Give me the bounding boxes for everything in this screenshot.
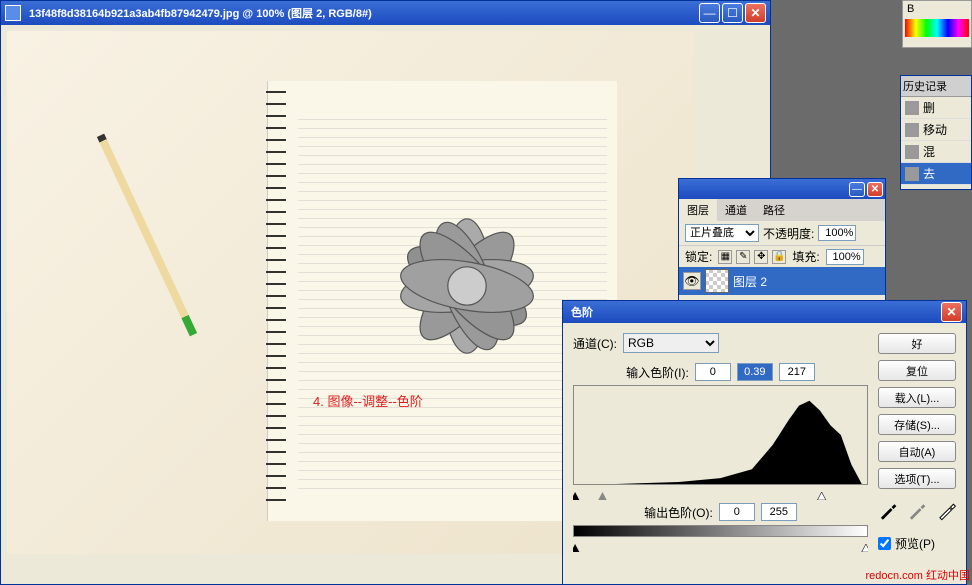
- minimize-button[interactable]: —: [699, 3, 720, 23]
- input-white-point[interactable]: [779, 363, 815, 381]
- levels-close-button[interactable]: ✕: [941, 302, 962, 322]
- history-item[interactable]: 删: [901, 97, 971, 119]
- fill-input[interactable]: [826, 249, 864, 265]
- doc-title: 13f48f8d38164b921a3ab4fb87942479.jpg @ 1…: [25, 5, 699, 21]
- auto-button[interactable]: 自动(A): [878, 441, 956, 462]
- lock-transparency-icon[interactable]: ▦: [718, 250, 732, 264]
- output-white-point[interactable]: [761, 503, 797, 521]
- layer-row[interactable]: 👁 图层 2: [679, 267, 885, 295]
- panel-minimize-button[interactable]: —: [849, 182, 865, 197]
- channel-row: 通道(C): RGB: [573, 333, 868, 353]
- output-gradient: [573, 525, 868, 537]
- layer-name: 图层 2: [733, 273, 767, 290]
- input-gamma[interactable]: [737, 363, 773, 381]
- lock-move-icon[interactable]: ✥: [754, 250, 768, 264]
- desat-icon: [905, 167, 919, 181]
- layers-panel-header[interactable]: — ✕: [679, 179, 885, 199]
- tab-layers[interactable]: 图层: [679, 199, 717, 221]
- levels-title: 色阶: [567, 304, 941, 320]
- doc-titlebar[interactable]: 13f48f8d38164b921a3ab4fb87942479.jpg @ 1…: [1, 1, 770, 25]
- ok-button[interactable]: 好: [878, 333, 956, 354]
- output-levels-label: 输出色阶(O):: [644, 504, 713, 521]
- lock-label: 锁定:: [685, 248, 712, 265]
- history-item[interactable]: 混: [901, 141, 971, 163]
- maximize-button[interactable]: ☐: [722, 3, 743, 23]
- preview-checkbox[interactable]: [878, 537, 891, 550]
- watermark: redocn.com 红动中国: [865, 567, 970, 583]
- lock-brush-icon[interactable]: ✎: [736, 250, 750, 264]
- channel-label: 通道(C):: [573, 335, 617, 352]
- histogram: [573, 385, 868, 485]
- panel-close-button[interactable]: ✕: [867, 182, 883, 197]
- history-panel: 历史记录 删 移动 混 去: [900, 75, 972, 190]
- reset-button[interactable]: 复位: [878, 360, 956, 381]
- input-black-point[interactable]: [695, 363, 731, 381]
- lock-row: 锁定: ▦ ✎ ✥ 🔒 填充:: [679, 245, 885, 267]
- input-levels-row: 输入色阶(I):: [573, 363, 868, 381]
- layers-panel: — ✕ 图层 通道 路径 正片叠底 不透明度: 锁定: ▦ ✎ ✥ 🔒 填充: …: [678, 178, 886, 308]
- spectrum-strip[interactable]: [905, 19, 969, 37]
- save-button[interactable]: 存储(S)...: [878, 414, 956, 435]
- layers-tabs: 图层 通道 路径: [679, 199, 885, 221]
- blue-label: B: [903, 1, 971, 17]
- preview-row: 预览(P): [878, 535, 956, 552]
- eyedropper-black-icon[interactable]: [878, 501, 897, 521]
- pencil-graphic: [97, 134, 197, 337]
- blend-icon: [905, 145, 919, 159]
- color-panel: B: [902, 0, 972, 48]
- output-black-point[interactable]: [719, 503, 755, 521]
- opacity-input[interactable]: [818, 225, 856, 241]
- preview-label: 预览(P): [895, 535, 935, 552]
- layer-thumbnail[interactable]: [705, 269, 729, 293]
- visibility-eye-icon[interactable]: 👁: [683, 272, 701, 290]
- eyedropper-row: [878, 501, 956, 521]
- blend-row: 正片叠底 不透明度:: [679, 221, 885, 245]
- history-item-active[interactable]: 去: [901, 163, 971, 185]
- lock-all-icon[interactable]: 🔒: [772, 250, 786, 264]
- opacity-label: 不透明度:: [763, 225, 814, 242]
- input-slider-track[interactable]: [573, 489, 868, 497]
- output-slider-track[interactable]: [573, 541, 868, 549]
- lotus-flower: [347, 166, 587, 406]
- channel-select[interactable]: RGB: [623, 333, 719, 353]
- load-button[interactable]: 载入(L)...: [878, 387, 956, 408]
- blend-mode-select[interactable]: 正片叠底: [685, 224, 759, 242]
- lock-icons: ▦ ✎ ✥ 🔒: [718, 250, 786, 264]
- input-levels-label: 输入色阶(I):: [626, 364, 689, 381]
- annotation-text: 4. 图像--调整--色阶: [313, 391, 423, 410]
- eyedropper-gray-icon[interactable]: [907, 501, 926, 521]
- window-controls: — ☐ ✕: [699, 3, 766, 23]
- document-icon: [5, 5, 21, 21]
- fill-label: 填充:: [792, 248, 819, 265]
- tab-paths[interactable]: 路径: [755, 199, 793, 221]
- history-item[interactable]: 移动: [901, 119, 971, 141]
- history-tab[interactable]: 历史记录: [901, 76, 971, 97]
- levels-body: 通道(C): RGB 输入色阶(I):: [563, 323, 966, 565]
- options-button[interactable]: 选项(T)...: [878, 468, 956, 489]
- move-icon: [905, 123, 919, 137]
- levels-dialog: 色阶 ✕ 通道(C): RGB 输入色阶(I):: [562, 300, 967, 585]
- file-icon: [905, 101, 919, 115]
- tab-channels[interactable]: 通道: [717, 199, 755, 221]
- eyedropper-white-icon[interactable]: [937, 501, 956, 521]
- close-button[interactable]: ✕: [745, 3, 766, 23]
- levels-buttons: 好 复位 载入(L)... 存储(S)... 自动(A) 选项(T)... 预览…: [878, 333, 956, 555]
- levels-titlebar[interactable]: 色阶 ✕: [563, 301, 966, 323]
- output-levels-row: 输出色阶(O):: [573, 503, 868, 521]
